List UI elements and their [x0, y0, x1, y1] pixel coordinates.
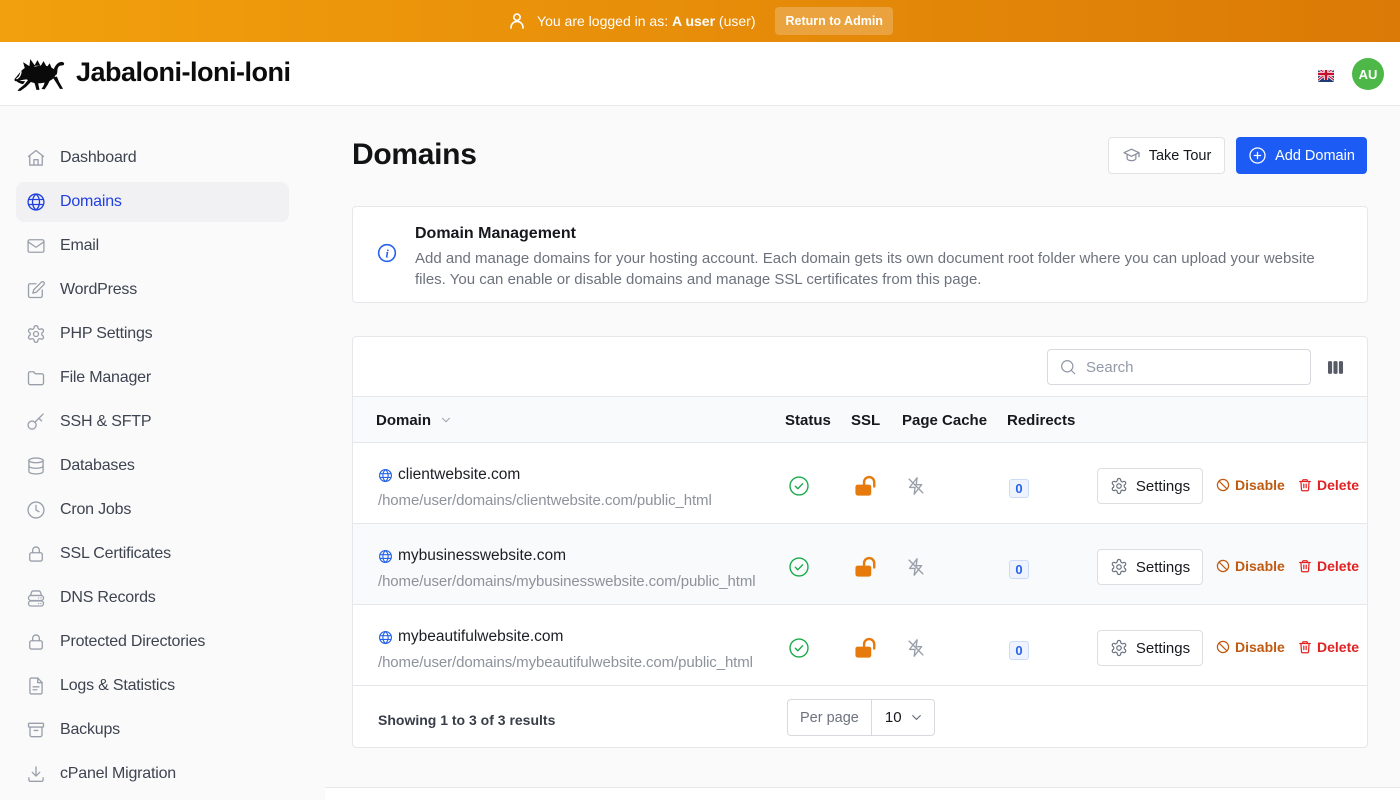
svg-text:i: i	[386, 247, 390, 260]
